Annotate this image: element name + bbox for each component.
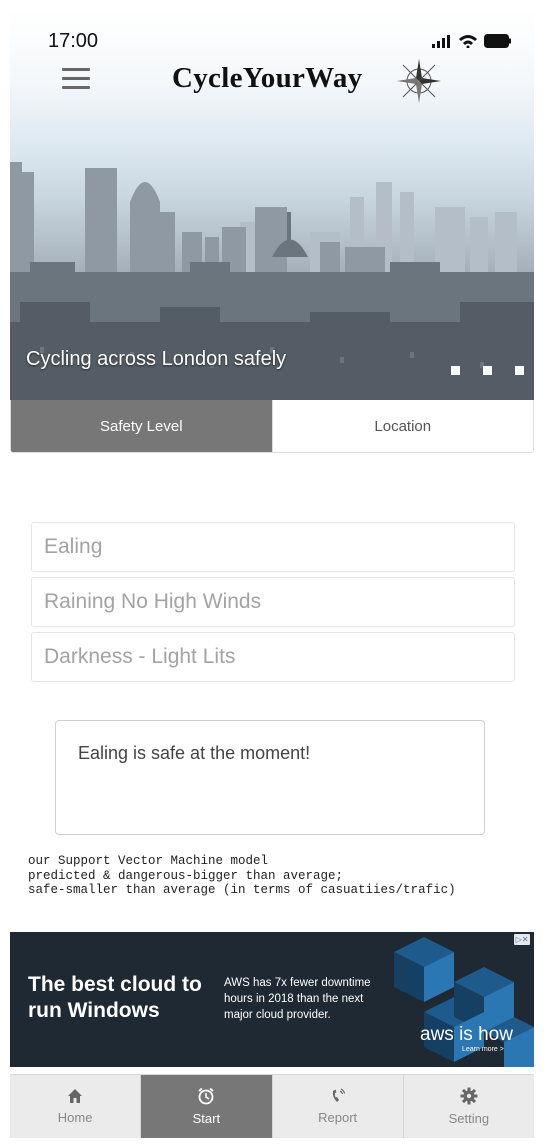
- light-value: Darkness - Light Lits: [31, 632, 515, 682]
- nav-setting[interactable]: Setting: [402, 1075, 534, 1138]
- model-note-line: predicted & dangerous-bigger than averag…: [28, 868, 344, 883]
- aws-logo[interactable]: aws is how: [420, 1024, 513, 1046]
- app-title: CycleYourWay: [172, 62, 363, 94]
- nav-home-label: Home: [57, 1110, 93, 1125]
- location-value: Ealing: [31, 522, 515, 572]
- ad-learn-more-link[interactable]: Learn more >: [462, 1046, 504, 1053]
- ad-choices-icon[interactable]: ▷✕: [514, 934, 530, 945]
- conditions-list: Ealing Raining No High Winds Darkness - …: [31, 522, 515, 687]
- status-icons: [432, 34, 512, 48]
- battery-icon: [484, 34, 511, 48]
- tab-location[interactable]: Location: [271, 400, 533, 452]
- signal-icon: [432, 34, 450, 48]
- weather-value: Raining No High Winds: [31, 577, 515, 627]
- nav-setting-label: Setting: [448, 1111, 490, 1126]
- advertisement-banner[interactable]: ▷✕ The best cloud to run Windows AWS has…: [10, 932, 534, 1067]
- carousel-dot[interactable]: [515, 366, 524, 375]
- phone-icon: [332, 1088, 345, 1102]
- compass-icon: [397, 59, 441, 103]
- status-bar: 17:00: [10, 10, 534, 60]
- hamburger-menu-button[interactable]: [62, 68, 90, 90]
- model-note: our Support Vector Machine model predicte…: [28, 854, 456, 898]
- nav-start-label: Start: [192, 1111, 221, 1126]
- nav-home[interactable]: Home: [10, 1075, 140, 1138]
- carousel-dot[interactable]: [451, 366, 460, 375]
- carousel-dot[interactable]: [483, 366, 492, 375]
- model-note-line: our Support Vector Machine model: [28, 854, 269, 868]
- nav-start[interactable]: Start: [140, 1075, 272, 1138]
- tab-safety-level[interactable]: Safety Level: [11, 400, 272, 452]
- clock-icon: [198, 1087, 214, 1105]
- bottom-navigation: Home Start Report Setting: [10, 1074, 534, 1138]
- app-screen: 17:00 CycleYourWay Cycling across London…: [10, 10, 534, 1138]
- wifi-icon: [459, 35, 477, 48]
- nav-report-label: Report: [318, 1110, 358, 1125]
- ad-body-text: AWS has 7x fewer downtime hours in 2018 …: [224, 977, 371, 1021]
- hero-banner[interactable]: 17:00 CycleYourWay Cycling across London…: [10, 10, 534, 402]
- model-note-line: safe-smaller than average (in terms of c…: [28, 883, 456, 897]
- carousel-indicators: [451, 366, 524, 375]
- status-time: 17:00: [48, 30, 99, 52]
- nav-report[interactable]: Report: [271, 1075, 403, 1138]
- home-icon: [68, 1089, 83, 1103]
- gear-icon: [460, 1087, 478, 1105]
- safety-result-box: Ealing is safe at the moment!: [55, 720, 485, 835]
- hero-caption: Cycling across London safely: [26, 348, 287, 370]
- ad-headline: The best cloud to run Windows: [28, 973, 202, 1022]
- tab-bar: Safety Level Location: [10, 400, 534, 453]
